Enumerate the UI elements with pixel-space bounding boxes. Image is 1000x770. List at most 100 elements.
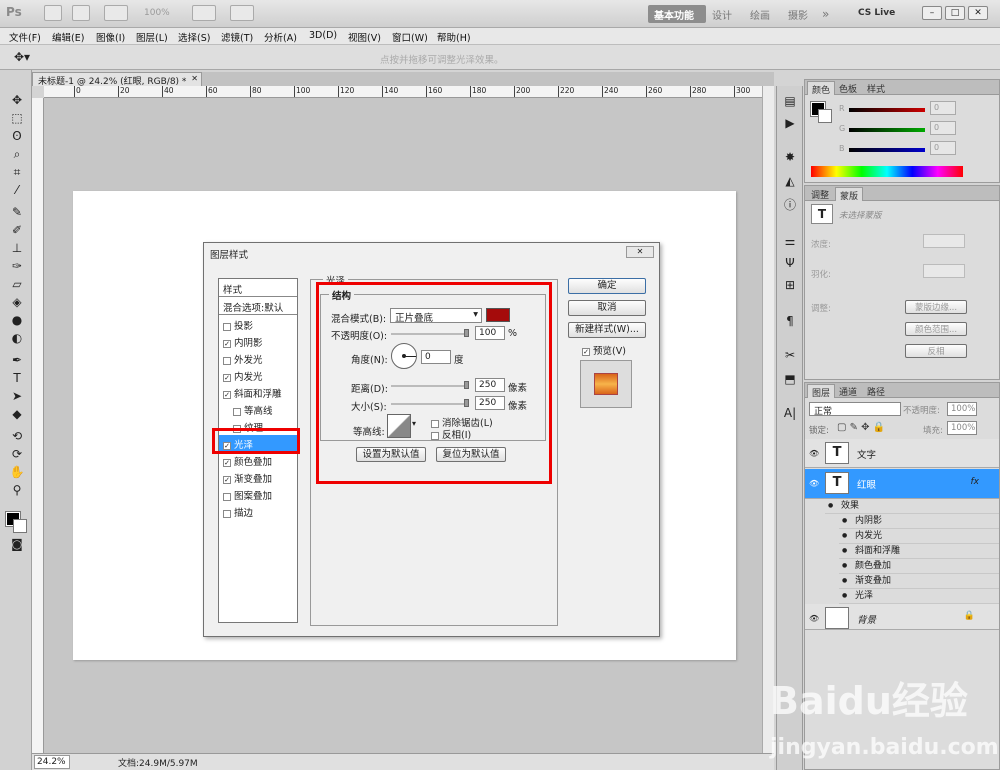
- more-workspaces-icon[interactable]: »: [816, 5, 835, 23]
- view-extras-button[interactable]: [104, 5, 128, 21]
- tab-layers[interactable]: 图层: [807, 384, 836, 399]
- blending-options[interactable]: 混合选项:默认: [219, 297, 297, 315]
- workspace-essentials[interactable]: 基本功能: [648, 5, 706, 23]
- usb-icon[interactable]: Ψ: [781, 254, 799, 272]
- styles-header[interactable]: 样式: [219, 279, 297, 297]
- brush-panel-icon[interactable]: ✸: [781, 148, 799, 166]
- style-stroke[interactable]: 描边: [219, 503, 297, 520]
- visibility-eye-icon[interactable]: 👁: [809, 614, 819, 623]
- menu-3d[interactable]: 3D(D): [309, 30, 337, 41]
- tools-settings-icon[interactable]: ✂: [781, 346, 799, 364]
- info-panel-icon[interactable]: ⓘ: [781, 196, 799, 214]
- 3d-rotate-icon[interactable]: ⟲: [8, 428, 26, 444]
- history-brush-icon[interactable]: ✑: [8, 258, 26, 274]
- pen-icon[interactable]: ✒: [8, 352, 26, 368]
- green-slider[interactable]: [849, 128, 925, 132]
- menu-image[interactable]: 图像(I): [96, 30, 125, 44]
- effect-item[interactable]: 内发光: [839, 529, 999, 544]
- checkbox[interactable]: [223, 322, 231, 331]
- zoom-field[interactable]: 24.2%: [34, 755, 70, 769]
- effect-item[interactable]: 光泽: [839, 589, 999, 604]
- tool-presets-icon[interactable]: ⊞: [781, 276, 799, 294]
- move-icon[interactable]: ✥: [8, 92, 26, 108]
- panel-background-swatch[interactable]: [818, 109, 832, 123]
- character-panel-icon[interactable]: A|: [781, 404, 799, 422]
- menu-edit[interactable]: 编辑(E): [52, 30, 84, 44]
- blue-value[interactable]: 0: [930, 141, 956, 155]
- checkbox[interactable]: ✓: [223, 339, 231, 348]
- minimize-button[interactable]: –: [922, 6, 942, 20]
- shape-icon[interactable]: ◆: [8, 406, 26, 422]
- checkbox[interactable]: ✓: [223, 475, 231, 484]
- invert-mask-button[interactable]: 反相: [905, 344, 967, 358]
- quick-mask-icon[interactable]: ◙: [8, 536, 26, 552]
- ok-button[interactable]: 确定: [568, 278, 646, 294]
- checkbox[interactable]: [223, 492, 231, 501]
- style-pattern-overlay[interactable]: 图案叠加: [219, 486, 297, 503]
- menu-window[interactable]: 窗口(W): [392, 30, 428, 44]
- move-tool-icon[interactable]: ✥▾: [14, 50, 30, 64]
- style-inner-shadow[interactable]: ✓ 内阴影: [219, 333, 297, 350]
- cs-live-menu[interactable]: CS Live: [858, 8, 895, 18]
- brush-icon[interactable]: ✐: [8, 222, 26, 238]
- menu-file[interactable]: 文件(F): [9, 30, 41, 44]
- zoom-level-display[interactable]: 100%: [144, 8, 170, 18]
- vertical-scrollbar[interactable]: [762, 86, 774, 753]
- clone-source-icon[interactable]: ◭: [781, 172, 799, 190]
- type-icon[interactable]: T: [8, 370, 26, 386]
- layer-row-background[interactable]: 👁 背景 🔒: [805, 604, 999, 630]
- history-panel-icon[interactable]: ▤: [781, 92, 799, 110]
- arrange-documents-button[interactable]: [192, 5, 216, 21]
- 3d-orbit-icon[interactable]: ⟳: [8, 446, 26, 462]
- style-inner-glow[interactable]: ✓ 内发光: [219, 367, 297, 384]
- effect-item[interactable]: 渐变叠加: [839, 574, 999, 589]
- eyedropper-icon[interactable]: ⁄: [8, 182, 26, 198]
- close-document-icon[interactable]: ✕: [191, 74, 198, 83]
- adjust-icon[interactable]: ⚌: [781, 232, 799, 250]
- style-contour[interactable]: 等高线: [219, 401, 297, 418]
- style-outer-glow[interactable]: 外发光: [219, 350, 297, 367]
- fill-field[interactable]: 100%: [947, 421, 977, 435]
- 3d-panel-icon[interactable]: ⬒: [781, 370, 799, 388]
- dialog-close-icon[interactable]: ✕: [626, 246, 654, 258]
- path-select-icon[interactable]: ➤: [8, 388, 26, 404]
- style-color-overlay[interactable]: ✓ 颜色叠加: [219, 452, 297, 469]
- lasso-icon[interactable]: ʘ: [8, 128, 26, 144]
- preview-checkbox[interactable]: ✓: [582, 347, 590, 356]
- close-window-button[interactable]: ✕: [968, 6, 988, 20]
- tab-adjustments[interactable]: 调整: [807, 187, 833, 201]
- mask-edge-button[interactable]: 蒙版边缘...: [905, 300, 967, 314]
- background-color-swatch[interactable]: [13, 519, 27, 533]
- marquee-icon[interactable]: ⬚: [8, 110, 26, 126]
- green-value[interactable]: 0: [930, 121, 956, 135]
- checkbox[interactable]: [233, 407, 241, 416]
- layer-opacity-field[interactable]: 100%: [947, 402, 977, 416]
- bridge-button[interactable]: [44, 5, 62, 21]
- new-style-button[interactable]: 新建样式(W)...: [568, 322, 646, 338]
- checkbox[interactable]: ✓: [223, 458, 231, 467]
- checkbox[interactable]: [223, 509, 231, 518]
- effect-item[interactable]: 颜色叠加: [839, 559, 999, 574]
- feather-field[interactable]: [923, 264, 965, 278]
- checkbox[interactable]: ✓: [223, 390, 231, 399]
- tab-channels[interactable]: 通道: [835, 384, 861, 398]
- layer-blend-mode-select[interactable]: 正常: [809, 402, 901, 417]
- dodge-icon[interactable]: ◐: [8, 330, 26, 346]
- density-field[interactable]: [923, 234, 965, 248]
- menu-help[interactable]: 帮助(H): [437, 30, 471, 44]
- red-value[interactable]: 0: [930, 101, 956, 115]
- tab-styles[interactable]: 样式: [863, 81, 889, 95]
- actions-panel-icon[interactable]: ▶: [781, 114, 799, 132]
- style-bevel-emboss[interactable]: ✓ 斜面和浮雕: [219, 384, 297, 401]
- paragraph-icon[interactable]: ¶: [781, 312, 799, 330]
- effect-item[interactable]: 斜面和浮雕: [839, 544, 999, 559]
- tab-swatches[interactable]: 色板: [835, 81, 861, 95]
- visibility-eye-icon[interactable]: 👁: [809, 479, 819, 488]
- eraser-icon[interactable]: ▱: [8, 276, 26, 292]
- workspace-photography[interactable]: 摄影: [782, 5, 814, 23]
- style-gradient-overlay[interactable]: ✓ 渐变叠加: [219, 469, 297, 486]
- preview-option[interactable]: ✓ 预览(V): [582, 343, 626, 357]
- fx-badge[interactable]: fx: [971, 477, 980, 487]
- lock-icons[interactable]: ▢ ✎ ✥ 🔒: [837, 422, 885, 433]
- paint-bucket-icon[interactable]: ◈: [8, 294, 26, 310]
